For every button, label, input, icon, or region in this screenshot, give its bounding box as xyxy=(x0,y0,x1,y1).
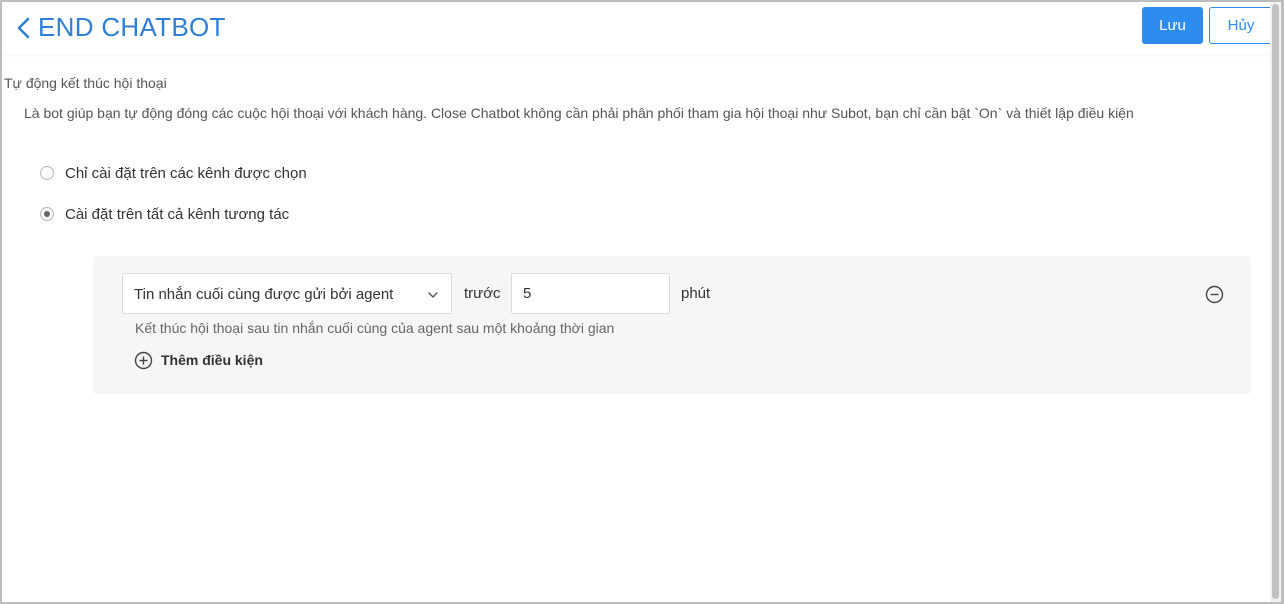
unit-label: phút xyxy=(681,285,711,302)
add-condition-button[interactable]: Thêm điều kiện xyxy=(134,350,263,370)
radio-button[interactable] xyxy=(40,166,54,180)
cancel-button[interactable]: Hủy xyxy=(1209,7,1273,44)
radio-label: Chỉ cài đặt trên các kênh được chọn xyxy=(65,164,307,182)
radio-all-channels[interactable]: Cài đặt trên tất cả kênh tương tác xyxy=(40,204,289,224)
scrollbar-thumb[interactable] xyxy=(1272,4,1279,599)
description-text: Là bot giúp bạn tự động đóng các cuộc hộ… xyxy=(24,105,1134,121)
chevron-down-icon xyxy=(427,288,439,300)
plus-circle-icon[interactable] xyxy=(134,351,153,370)
radio-label: Cài đặt trên tất cả kênh tương tác xyxy=(65,205,290,223)
radio-selected-channels[interactable]: Chỉ cài đặt trên các kênh được chọn xyxy=(40,163,307,183)
condition-hint: Kết thúc hội thoại sau tin nhắn cuối cùn… xyxy=(135,320,615,336)
trigger-select-value: Tin nhắn cuối cùng được gửi bởi agent xyxy=(134,286,394,303)
back-icon[interactable] xyxy=(16,16,32,40)
minus-circle-icon[interactable] xyxy=(1205,285,1224,304)
radio-button-checked[interactable] xyxy=(40,207,54,221)
trigger-select[interactable]: Tin nhắn cuối cùng được gửi bởi agent xyxy=(122,273,452,314)
section-title: Tự động kết thúc hội thoại xyxy=(4,75,167,91)
add-condition-label: Thêm điều kiện xyxy=(161,352,263,368)
minutes-input[interactable] xyxy=(511,273,670,314)
save-button[interactable]: Lưu xyxy=(1142,7,1203,44)
before-label: trước xyxy=(464,285,501,302)
page-header: END CHATBOT xyxy=(2,2,1270,54)
page-title: END CHATBOT xyxy=(38,12,226,42)
